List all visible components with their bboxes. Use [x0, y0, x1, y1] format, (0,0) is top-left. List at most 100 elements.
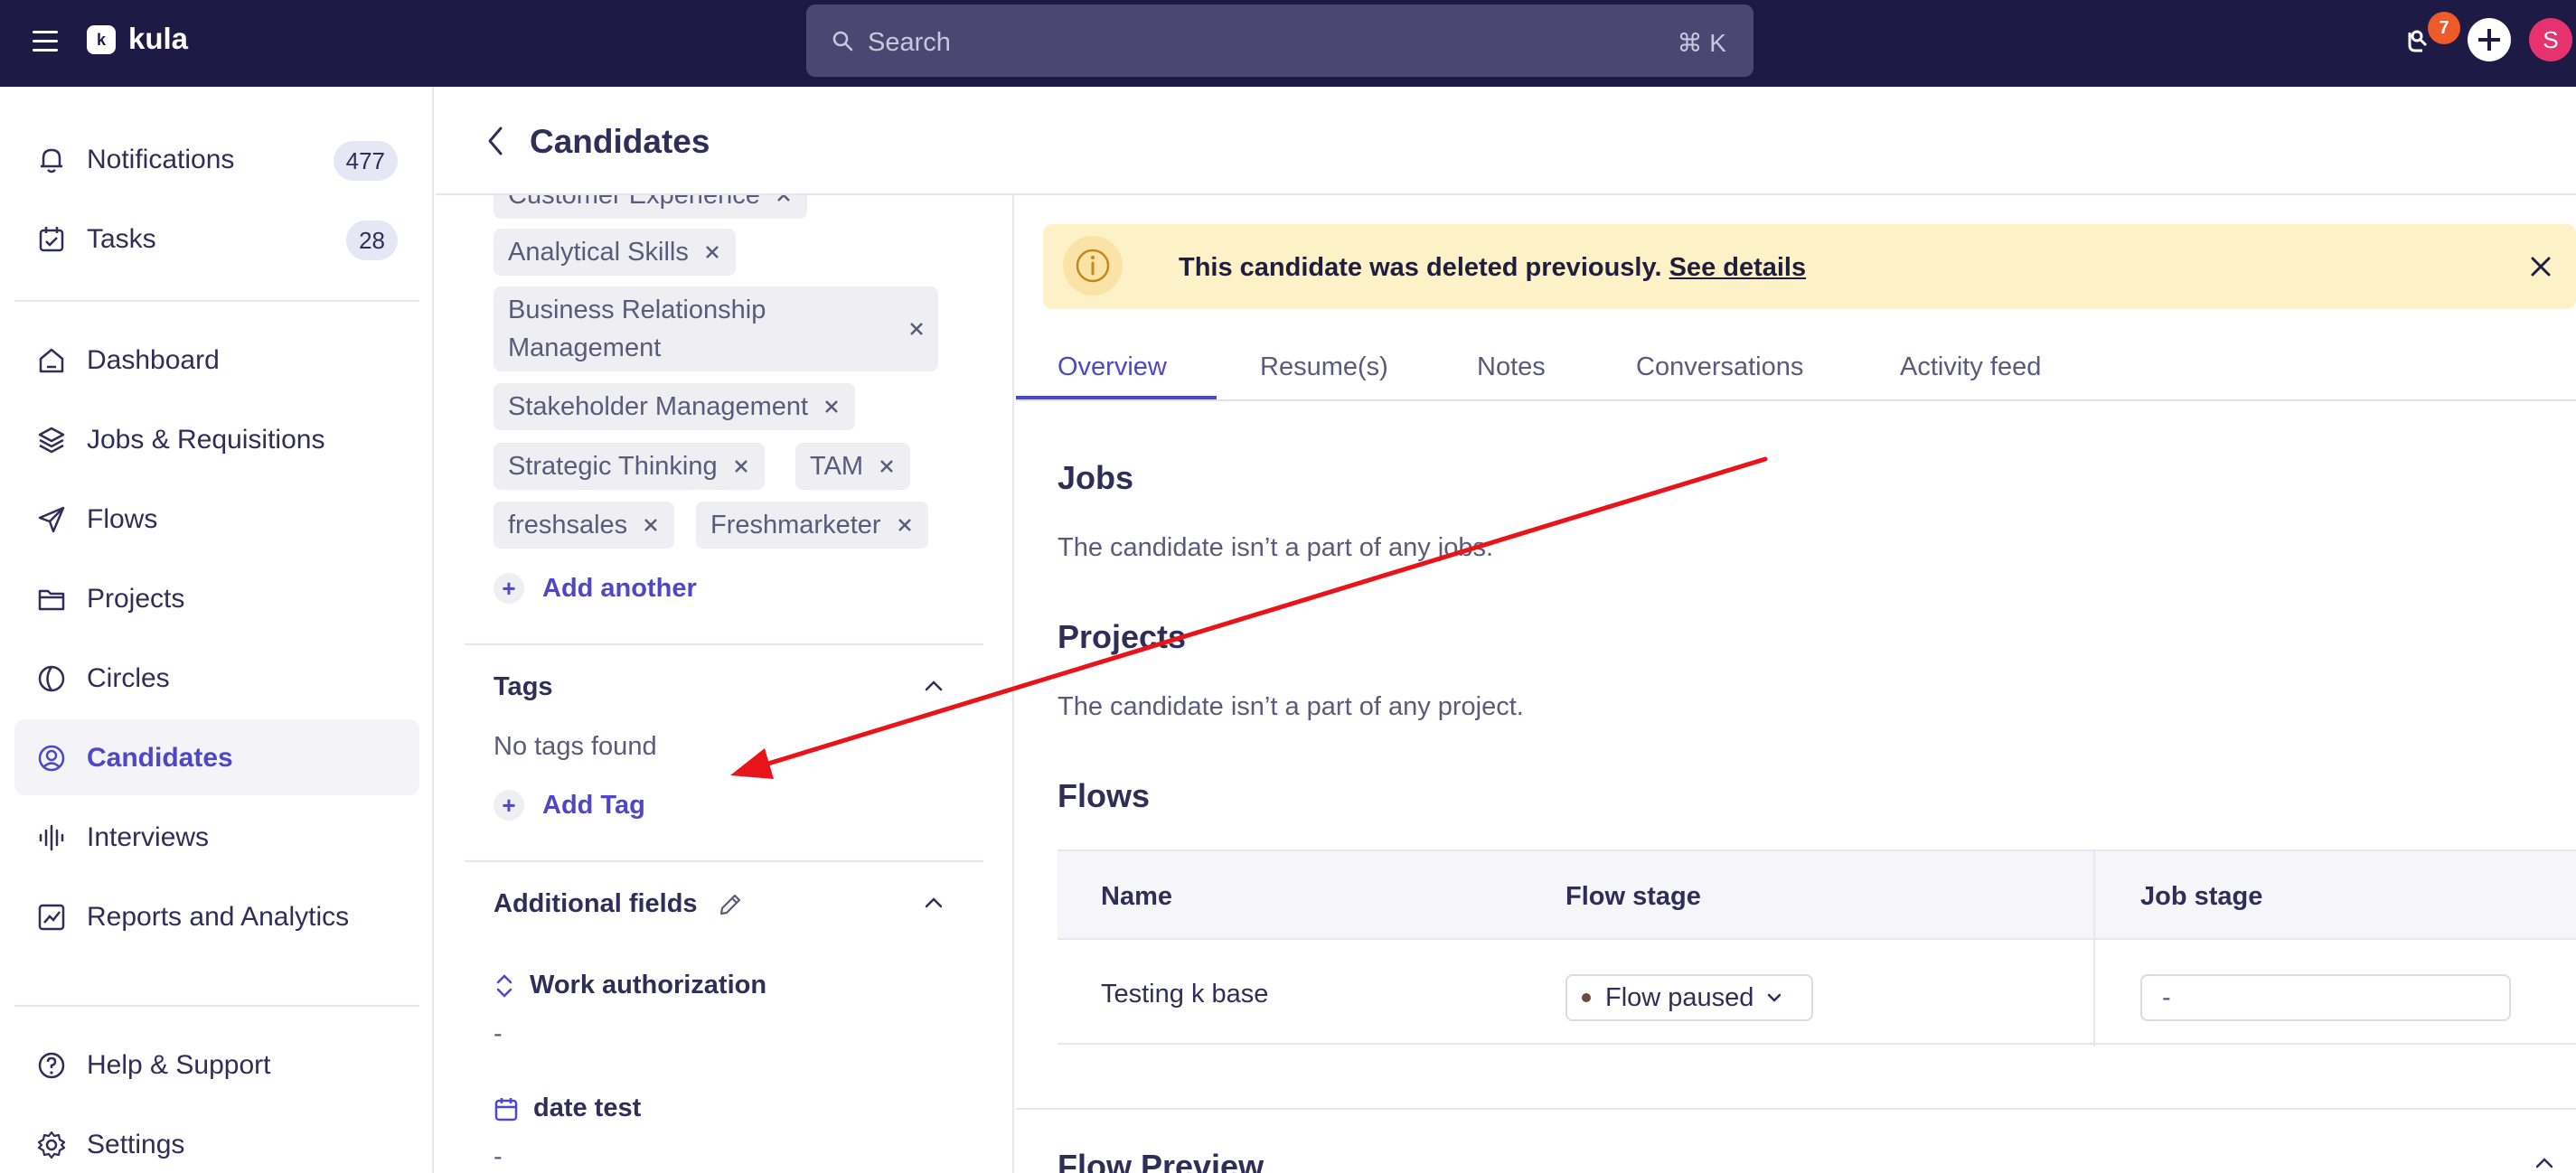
field-value: -: [494, 1019, 503, 1048]
status-dot: [1582, 993, 1591, 1002]
sidebar-item-tasks[interactable]: Tasks 28: [14, 201, 419, 277]
circles-icon: [38, 665, 65, 692]
info-icon: [1063, 236, 1123, 296]
flow-name[interactable]: Testing k base: [1101, 980, 1268, 1009]
chevron-up-icon[interactable]: [924, 680, 944, 692]
home-icon: [39, 348, 64, 373]
sidebar-item-candidates[interactable]: Candidates: [14, 719, 419, 795]
close-icon[interactable]: [896, 516, 914, 534]
field-value: -: [494, 1142, 503, 1171]
sidebar-item-projects[interactable]: Projects: [14, 560, 419, 636]
sidebar-item-reports[interactable]: Reports and Analytics: [14, 878, 419, 954]
tasks-count-badge: 28: [346, 221, 398, 260]
sidebar-item-label: Settings: [87, 1130, 185, 1159]
skill-chip: Freshmarketer: [696, 502, 928, 549]
calendar-icon: [494, 1097, 518, 1121]
menu-icon[interactable]: [33, 31, 58, 52]
close-icon[interactable]: [2529, 255, 2552, 278]
add-tag-button[interactable]: + Add Tag: [494, 790, 645, 821]
field-label-date-test: date test: [494, 1093, 641, 1123]
flow-preview-title: Flow Preview: [1058, 1148, 1264, 1173]
create-new-button[interactable]: [2468, 18, 2511, 61]
deleted-candidate-alert: This candidate was deleted previously. S…: [1043, 224, 2576, 309]
sidebar-divider: [14, 300, 419, 302]
field-label-work-authorization: Work authorization: [494, 971, 766, 1000]
sidebar-item-help[interactable]: Help & Support: [14, 1027, 419, 1103]
page-header: Candidates: [436, 87, 2576, 195]
sidebar-item-label: Notifications: [87, 145, 235, 174]
candidate-details-panel: Customer Experience Analytical Skills Bu…: [436, 195, 1014, 1173]
column-header-job-stage: Job stage: [2140, 882, 2263, 911]
flow-preview-section: Flow Preview: [1016, 1108, 2576, 1173]
active-tab-indicator: [1016, 396, 1217, 399]
sidebar-item-label: Jobs & Requisitions: [87, 425, 325, 455]
audio-icon: [39, 824, 64, 851]
table-header: Name Flow stage Job stage: [1058, 851, 2576, 940]
app-name: kula: [128, 22, 189, 55]
section-divider: [465, 643, 983, 645]
close-icon[interactable]: [907, 320, 926, 338]
chevron-up-icon[interactable]: [2534, 1157, 2554, 1169]
sidebar-item-circles[interactable]: Circles: [14, 640, 419, 716]
plus-icon: +: [494, 790, 524, 821]
edit-icon[interactable]: [718, 892, 743, 917]
sidebar-item-label: Interviews: [87, 822, 210, 852]
column-divider: [2093, 851, 2095, 1046]
search-input[interactable]: Search ⌘ K: [806, 5, 1753, 77]
select-icon: [496, 973, 512, 998]
tab-overview[interactable]: Overview: [1058, 352, 1167, 382]
add-skill-button[interactable]: + Add another: [494, 573, 697, 604]
close-icon[interactable]: [775, 195, 793, 204]
sidebar-item-jobs[interactable]: Jobs & Requisitions: [14, 401, 419, 477]
tags-empty-text: No tags found: [494, 732, 657, 761]
close-icon[interactable]: [703, 243, 721, 261]
skill-chip: Business Relationship Management: [494, 286, 938, 371]
sidebar-item-label: Tasks: [87, 224, 156, 254]
sidebar: Notifications 477 Tasks 28 Dashboard Job…: [0, 87, 434, 1173]
close-icon[interactable]: [823, 398, 841, 416]
flow-stage-dropdown[interactable]: Flow paused: [1565, 974, 1813, 1021]
chevron-up-icon[interactable]: [924, 896, 944, 909]
sidebar-item-label: Flows: [87, 504, 158, 534]
close-icon[interactable]: [642, 516, 660, 534]
job-stage-field[interactable]: -: [2140, 974, 2511, 1021]
sidebar-item-label: Dashboard: [87, 345, 220, 375]
sidebar-item-label: Reports and Analytics: [87, 902, 350, 932]
see-details-link[interactable]: See details: [1669, 253, 1807, 282]
sidebar-item-flows[interactable]: Flows: [14, 481, 419, 557]
close-icon[interactable]: [732, 457, 750, 475]
tab-activity-feed[interactable]: Activity feed: [1900, 352, 2041, 382]
sidebar-item-dashboard[interactable]: Dashboard: [14, 322, 419, 398]
kula-logo-icon: k: [87, 25, 116, 54]
help-icon: [38, 1052, 65, 1079]
column-header-name: Name: [1101, 882, 1172, 911]
sidebar-item-settings[interactable]: Settings: [14, 1106, 419, 1173]
tab-notes[interactable]: Notes: [1477, 352, 1546, 382]
projects-empty-text: The candidate isn’t a part of any projec…: [1058, 692, 1524, 721]
jobs-empty-text: The candidate isn’t a part of any jobs.: [1058, 533, 1494, 562]
user-circle-icon: [38, 745, 65, 772]
sidebar-item-notifications[interactable]: Notifications 477: [14, 121, 419, 197]
tab-resumes[interactable]: Resume(s): [1260, 352, 1388, 382]
calendar-icon: [39, 227, 64, 252]
gear-icon: [37, 1131, 66, 1159]
flows-table: Name Flow stage Job stage Testing k base…: [1058, 849, 2576, 1046]
chart-icon: [38, 904, 65, 931]
sidebar-item-interviews[interactable]: Interviews: [14, 799, 419, 875]
user-avatar[interactable]: S: [2529, 18, 2572, 61]
jobs-section-title: Jobs: [1058, 459, 1134, 496]
skill-chip: Analytical Skills: [494, 229, 736, 276]
close-icon[interactable]: [878, 457, 896, 475]
tab-conversations[interactable]: Conversations: [1636, 352, 1803, 382]
send-icon: [38, 506, 65, 533]
notifications-count-badge: 477: [333, 141, 398, 181]
chevron-left-icon[interactable]: [484, 125, 506, 157]
sidebar-item-label: Candidates: [87, 743, 233, 773]
skill-chip: Strategic Thinking: [494, 443, 765, 490]
candidate-tabs: Overview Resume(s) Notes Conversations A…: [1016, 338, 2576, 401]
plus-icon: +: [494, 573, 524, 604]
sidebar-divider: [14, 1005, 419, 1007]
chevron-down-icon: [1768, 993, 1782, 1002]
notification-count-badge: 7: [2428, 12, 2460, 44]
sidebar-item-label: Projects: [87, 584, 185, 614]
